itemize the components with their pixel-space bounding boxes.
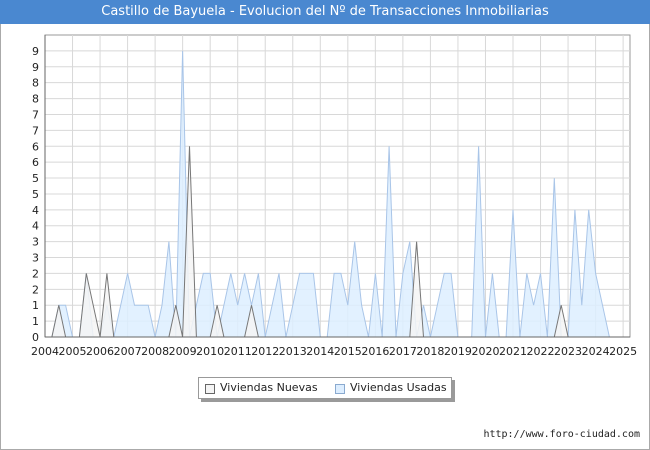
y-tick-label: 8 [32, 93, 39, 106]
x-tick-label: 2011 [224, 345, 252, 358]
y-tick-label: 9 [32, 61, 39, 74]
y-tick-label: 7 [32, 108, 39, 121]
y-tick-label: 6 [32, 140, 39, 153]
legend-swatch-usadas [335, 384, 345, 394]
x-tick-label: 2010 [196, 345, 224, 358]
source-url[interactable]: http://www.foro-ciudad.com [483, 429, 640, 440]
x-tick-label: 2019 [444, 345, 472, 358]
x-tick-label: 2005 [59, 345, 87, 358]
x-tick-label: 2012 [251, 345, 279, 358]
x-tick-label: 2021 [499, 345, 527, 358]
y-tick-label: 2 [32, 267, 39, 280]
y-tick-label: 0 [32, 331, 39, 344]
y-tick-label: 4 [32, 220, 39, 233]
x-tick-label: 2007 [114, 345, 142, 358]
y-tick-label: 8 [32, 77, 39, 90]
x-tick-label: 2004 [31, 345, 59, 358]
x-tick-label: 2020 [471, 345, 499, 358]
legend-label-nuevas: Viviendas Nuevas [220, 381, 318, 394]
legend-label-usadas: Viviendas Usadas [350, 381, 447, 394]
y-tick-label: 6 [32, 156, 39, 169]
y-tick-label: 2 [32, 283, 39, 296]
x-tick-label: 2013 [279, 345, 307, 358]
y-tick-label: 9 [32, 45, 39, 58]
y-tick-label: 1 [32, 299, 39, 312]
x-tick-label: 2018 [416, 345, 444, 358]
y-tick-label: 7 [32, 124, 39, 137]
y-tick-label: 5 [32, 172, 39, 185]
x-tick-label: 2017 [389, 345, 417, 358]
y-tick-label: 4 [32, 204, 39, 217]
x-tick-label: 2025 [609, 345, 637, 358]
y-tick-label: 1 [32, 315, 39, 328]
x-tick-label: 2014 [306, 345, 334, 358]
x-tick-label: 2008 [141, 345, 169, 358]
x-tick-label: 2015 [334, 345, 362, 358]
x-tick-label: 2024 [582, 345, 610, 358]
x-tick-label: 2022 [527, 345, 555, 358]
x-tick-label: 2023 [554, 345, 582, 358]
legend-swatch-nuevas [205, 384, 215, 394]
y-tick-label: 3 [32, 252, 39, 265]
y-tick-label: 5 [32, 188, 39, 201]
chart-legend: Viviendas Nuevas Viviendas Usadas [198, 377, 452, 399]
x-tick-label: 2006 [86, 345, 114, 358]
x-tick-label: 2016 [361, 345, 389, 358]
y-tick-label: 3 [32, 236, 39, 249]
x-tick-label: 2009 [169, 345, 197, 358]
